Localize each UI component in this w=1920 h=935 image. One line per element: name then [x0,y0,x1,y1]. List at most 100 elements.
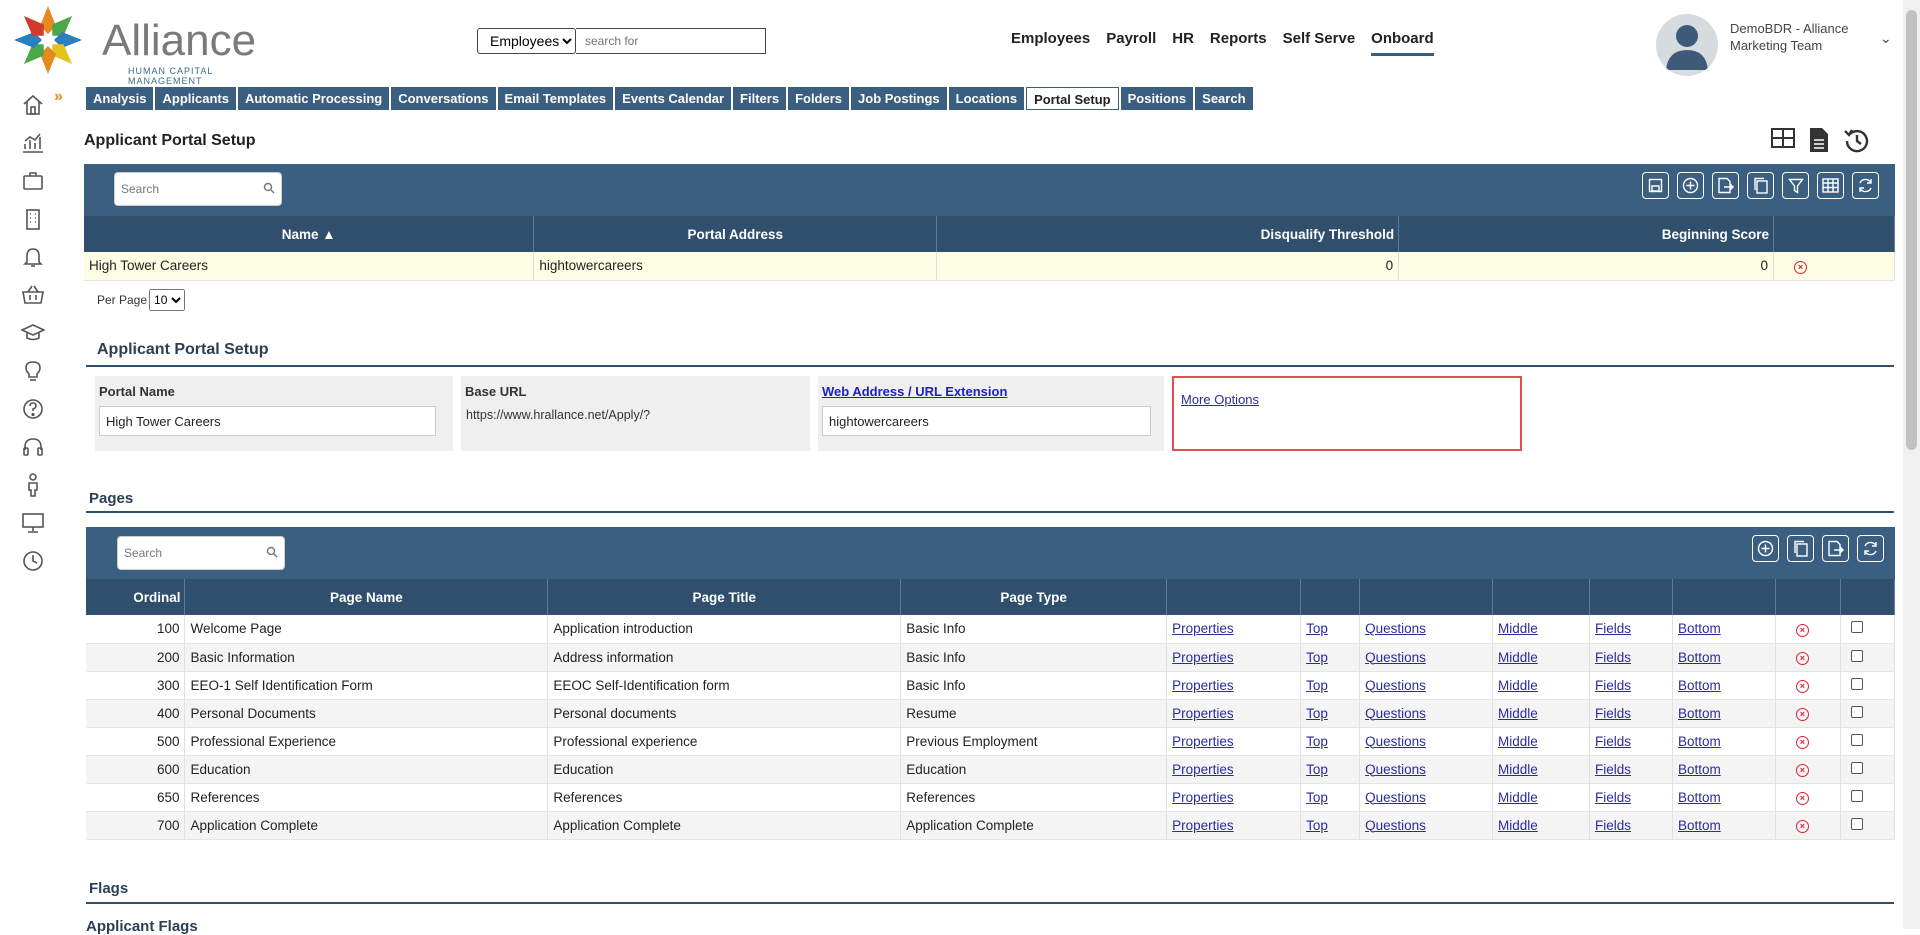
help-icon[interactable] [20,396,46,422]
user-menu[interactable]: DemoBDR - Alliance Marketing Team ⌄ [1656,14,1916,76]
basket-icon[interactable] [20,282,46,308]
column-header-disqualify-threshold[interactable]: Disqualify Threshold [936,216,1400,252]
properties-link[interactable]: Properties [1172,762,1234,777]
table-row[interactable]: 600 Education Education Education Properties… [86,755,1896,784]
portal-search-input[interactable]: Search [114,172,282,206]
middle-link[interactable]: Middle [1498,818,1538,833]
filter-icon[interactable] [1782,172,1809,199]
building-icon[interactable] [20,206,46,232]
questions-link[interactable]: Questions [1365,621,1426,636]
bottom-link[interactable]: Bottom [1678,818,1721,833]
middle-link[interactable]: Middle [1498,734,1538,749]
nav-onboard[interactable]: Onboard [1371,30,1434,56]
top-link[interactable]: Top [1306,621,1328,636]
nav-hr[interactable]: HR [1172,30,1194,56]
middle-link[interactable]: Middle [1498,706,1538,721]
properties-link[interactable]: Properties [1172,818,1234,833]
scrollbar-thumb[interactable] [1906,10,1917,450]
table-row[interactable]: High Tower Careers hightowercareers 0 0 … [84,252,1895,281]
fields-link[interactable]: Fields [1595,818,1631,833]
analytics-icon[interactable] [20,130,46,156]
add-icon[interactable] [1677,172,1704,199]
row-checkbox[interactable] [1850,789,1863,802]
columns-icon[interactable] [1817,172,1844,199]
tab-search[interactable]: Search [1195,87,1253,110]
add-icon[interactable] [1752,535,1779,562]
top-link[interactable]: Top [1306,678,1328,693]
document-view-icon[interactable] [1808,126,1830,154]
graduation-cap-icon[interactable] [20,320,46,346]
column-header-page-type[interactable]: Page Type [900,579,1168,615]
more-options-link[interactable]: More Options [1181,392,1259,407]
delete-icon[interactable]: × [1795,736,1809,749]
clock-icon[interactable] [20,548,46,574]
properties-link[interactable]: Properties [1172,790,1234,805]
delete-icon[interactable]: × [1795,623,1809,637]
table-row[interactable]: 500 Professional Experience Professional e… [86,727,1896,756]
questions-link[interactable]: Questions [1365,678,1426,693]
tab-folders[interactable]: Folders [788,87,850,110]
middle-link[interactable]: Middle [1498,762,1538,777]
headset-icon[interactable] [20,434,46,460]
tab-applicants[interactable]: Applicants [155,87,236,110]
monitor-icon[interactable] [20,510,46,536]
expand-sidebar-icon[interactable]: » [54,88,63,106]
top-link[interactable]: Top [1306,818,1328,833]
tab-automatic-processing[interactable]: Automatic Processing [237,87,390,110]
table-row[interactable]: 300 EEO-1 Self Identification Form EEOC Se… [86,671,1896,700]
lightbulb-icon[interactable] [20,358,46,384]
nav-employees[interactable]: Employees [1011,30,1090,56]
middle-link[interactable]: Middle [1498,621,1538,636]
row-checkbox[interactable] [1850,677,1863,690]
tab-locations[interactable]: Locations [948,87,1025,110]
fields-link[interactable]: Fields [1595,790,1631,805]
middle-link[interactable]: Middle [1498,650,1538,665]
table-row[interactable]: 100 Welcome Page Application introduction B… [86,615,1896,644]
per-page-select[interactable]: 10 [149,289,186,311]
row-checkbox[interactable] [1850,705,1863,718]
column-header-portal-address[interactable]: Portal Address [533,216,938,252]
global-search-input[interactable] [576,28,766,54]
table-row[interactable]: 200 Basic Information Address information B… [86,643,1896,672]
delete-icon[interactable]: × [1795,680,1809,693]
middle-link[interactable]: Middle [1498,790,1538,805]
export-icon[interactable] [1822,535,1849,562]
copy-icon[interactable] [1747,172,1774,199]
top-link[interactable]: Top [1306,706,1328,721]
refresh-icon[interactable] [1857,535,1884,562]
delete-icon[interactable]: × [1795,792,1809,805]
properties-link[interactable]: Properties [1172,734,1234,749]
column-header-page-title[interactable]: Page Title [547,579,902,615]
questions-link[interactable]: Questions [1365,650,1426,665]
row-checkbox[interactable] [1850,733,1863,746]
table-row[interactable]: 650 References References References Propert… [86,783,1896,812]
briefcase-icon[interactable] [20,168,46,194]
delete-icon[interactable]: × [1795,820,1809,833]
alliance-logo[interactable]: Alliance HUMAN CAPITAL MANAGEMENT [10,4,260,86]
delete-icon[interactable]: × [1795,652,1809,665]
bottom-link[interactable]: Bottom [1678,650,1721,665]
top-link[interactable]: Top [1306,734,1328,749]
column-header-beginning-score[interactable]: Beginning Score [1398,216,1774,252]
history-icon[interactable] [1842,126,1872,156]
top-link[interactable]: Top [1306,790,1328,805]
row-checkbox[interactable] [1850,817,1863,830]
row-checkbox[interactable] [1850,649,1863,662]
person-icon[interactable] [20,472,46,498]
bottom-link[interactable]: Bottom [1678,734,1721,749]
bell-icon[interactable] [20,244,46,270]
properties-link[interactable]: Properties [1172,706,1234,721]
tab-portal-setup[interactable]: Portal Setup [1026,87,1119,110]
delete-icon[interactable]: × [1795,708,1809,721]
middle-link[interactable]: Middle [1498,678,1538,693]
search-scope-select[interactable]: Employees [477,28,576,54]
nav-self-serve[interactable]: Self Serve [1283,30,1356,56]
bottom-link[interactable]: Bottom [1678,678,1721,693]
questions-link[interactable]: Questions [1365,818,1426,833]
table-row[interactable]: 400 Personal Documents Personal documents R… [86,699,1896,728]
web-address-link[interactable]: Web Address / URL Extension [822,384,1007,399]
bottom-link[interactable]: Bottom [1678,790,1721,805]
delete-icon[interactable]: × [1795,764,1809,777]
chevron-down-icon[interactable]: ⌄ [1880,30,1892,47]
bottom-link[interactable]: Bottom [1678,706,1721,721]
